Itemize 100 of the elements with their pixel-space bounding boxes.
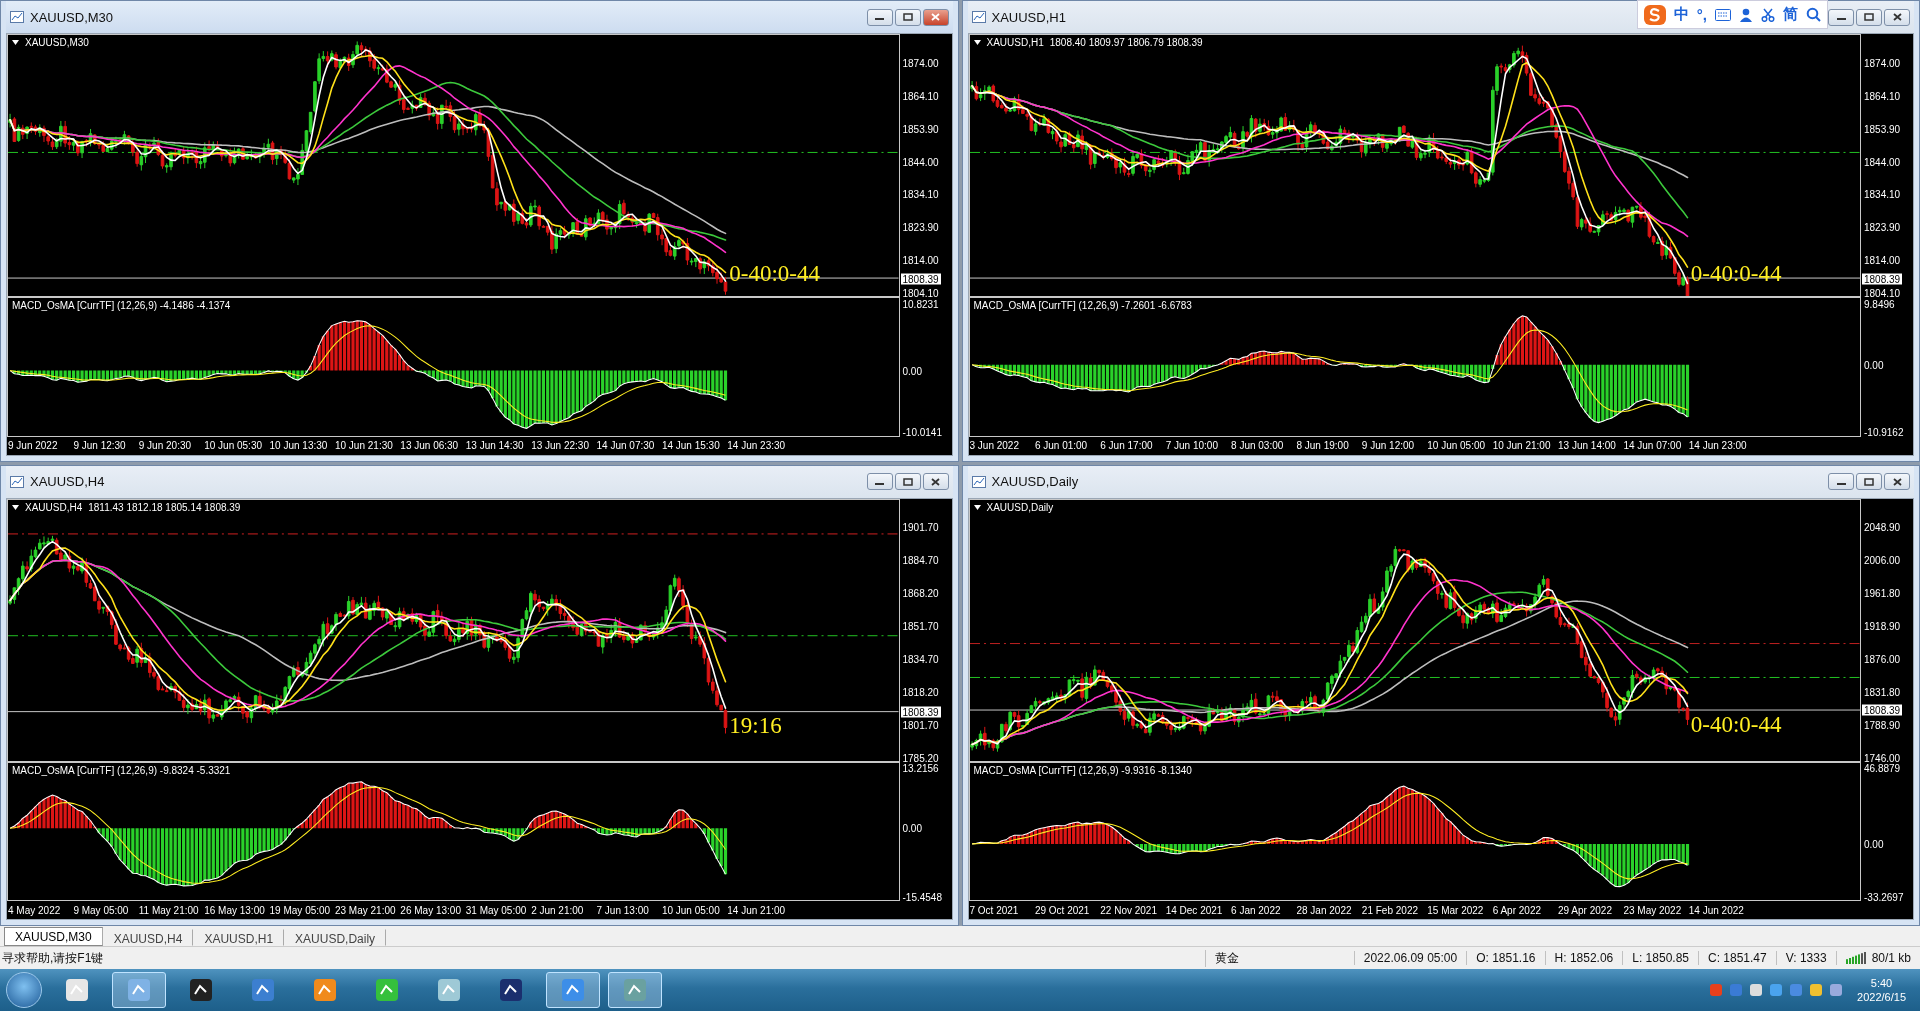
dropdown-triangle-icon[interactable]	[12, 504, 19, 510]
time-label: 14 Jun 2022	[1687, 904, 1745, 916]
time-label: 14 Jun 15:30	[660, 440, 721, 451]
price-tick: 1874.00	[1864, 57, 1901, 69]
indicator-tick: -15.4548	[902, 891, 942, 903]
price-tick: 1864.10	[902, 90, 939, 102]
maximize-button[interactable]	[1856, 473, 1882, 490]
price-tick: 1851.70	[902, 620, 939, 632]
chart-window-icon	[971, 10, 986, 24]
current-price-tag: 1808.39	[1862, 704, 1903, 716]
close-button[interactable]	[1884, 473, 1910, 490]
time-label: 19 May 05:00	[268, 904, 332, 916]
price-tick: 1801.70	[902, 719, 939, 731]
price-tick: 1804.10	[902, 287, 939, 299]
price-tick: 1785.20	[902, 752, 939, 764]
keyboard-icon[interactable]	[1715, 8, 1731, 21]
minimize-button[interactable]	[1828, 473, 1854, 490]
time-label: 14 Jun 23:30	[726, 440, 787, 451]
time-label: 7 Jun 13:00	[595, 904, 650, 916]
time-label: 10 Jun 05:00	[660, 904, 721, 916]
scissors-icon[interactable]	[1761, 7, 1775, 22]
maximize-button[interactable]	[894, 473, 921, 490]
time-label: 22 Nov 2021	[1099, 904, 1158, 916]
status-field: 2022.06.09 05:00	[1353, 951, 1467, 965]
chart-tab[interactable]: XAUUSD,H1	[193, 929, 285, 946]
indicator-tick: -33.2697	[1864, 891, 1904, 903]
tray-icon[interactable]	[1829, 983, 1844, 997]
maximize-icon	[1864, 13, 1874, 21]
close-button[interactable]	[1884, 8, 1910, 26]
chart-tab[interactable]: XAUUSD,M30	[4, 927, 103, 946]
minimize-button[interactable]	[1828, 8, 1854, 26]
time-label: 6 Jan 2022	[1230, 904, 1282, 916]
time-label: 6 Apr 2022	[1491, 904, 1542, 916]
price-tick: 1831.80	[1864, 686, 1901, 698]
time-label: 9 Jun 20:30	[137, 440, 193, 451]
maximize-button[interactable]	[1856, 8, 1882, 26]
indicator-tick: 9.8496	[1864, 298, 1895, 310]
time-label: 2 Jun 21:00	[530, 904, 585, 916]
time-label: 10 Jun 05:00	[1426, 440, 1487, 451]
dropdown-triangle-icon[interactable]	[12, 40, 19, 45]
minimize-button[interactable]	[866, 473, 893, 490]
chart-tab[interactable]: XAUUSD,H4	[102, 929, 194, 946]
app-icon	[497, 976, 525, 1004]
time-label: 26 May 13:00	[399, 904, 462, 916]
time-label: 16 May 13:00	[203, 904, 266, 916]
app-icon	[249, 976, 277, 1004]
status-field: V: 1333	[1775, 951, 1836, 965]
user-icon[interactable]	[1739, 7, 1753, 22]
price-tick: 1876.00	[1864, 653, 1901, 665]
ime-logo-icon[interactable]	[1643, 4, 1666, 25]
search-icon[interactable]	[1806, 7, 1821, 22]
maximize-icon	[902, 13, 913, 21]
tray-icon[interactable]	[1809, 983, 1824, 997]
time-label: 9 Jun 12:30	[72, 440, 127, 451]
ime-mode[interactable]: 中	[1673, 5, 1689, 24]
chart-tab[interactable]: XAUUSD,Daily	[284, 929, 387, 946]
maximize-button[interactable]	[894, 8, 921, 26]
status-field: H: 1852.06	[1544, 951, 1623, 965]
time-label: 6 Jun 17:00	[1099, 440, 1154, 451]
status-field: C: 1851.47	[1698, 951, 1776, 965]
indicator-tick: -10.0141	[902, 426, 942, 438]
price-tick: 1961.80	[1864, 587, 1901, 599]
price-tick: 1853.90	[902, 123, 939, 135]
app-icon	[311, 976, 339, 1004]
ime-charset[interactable]: 简	[1783, 5, 1798, 24]
price-tick: 1868.20	[902, 587, 939, 599]
dropdown-triangle-icon[interactable]	[973, 504, 981, 510]
time-label: 9 May 05:00	[72, 904, 130, 916]
price-tick: 1853.90	[1864, 123, 1901, 135]
time-label: 7 Jun 10:00	[1164, 440, 1219, 451]
time-label: 13 Jun 06:30	[399, 440, 460, 451]
tray-icon[interactable]	[1749, 983, 1764, 997]
indicator-tick: 0.00	[902, 822, 922, 834]
window-title: XAUUSD,Daily	[991, 474, 1079, 489]
close-icon	[1892, 477, 1902, 486]
countdown-timer: 19:16	[729, 713, 782, 740]
status-field: O: 1851.16	[1466, 951, 1545, 965]
chart-window-icon	[10, 10, 24, 24]
start-button[interactable]	[6, 972, 42, 1008]
price-tick: 1918.90	[1864, 620, 1901, 632]
dropdown-triangle-icon[interactable]	[973, 40, 981, 45]
help-text: 寻求帮助,请按F1键	[1, 949, 105, 967]
price-tick: 1844.00	[902, 156, 939, 168]
price-tick: 1864.10	[1864, 90, 1901, 102]
time-label: 6 Jun 01:00	[1033, 440, 1089, 451]
maximize-icon	[1864, 477, 1874, 486]
time-label: 14 Dec 2021	[1164, 904, 1224, 916]
price-tick: 1746.00	[1864, 752, 1901, 764]
price-tick: 1823.90	[902, 221, 939, 233]
price-tick: 1818.20	[902, 686, 939, 698]
time-label: 7 Oct 2021	[968, 904, 1020, 916]
ime-punctuation[interactable]: °,	[1696, 6, 1707, 23]
app-icon	[187, 976, 215, 1004]
time-label: 29 Apr 2022	[1557, 904, 1613, 916]
price-tick: 2006.00	[1864, 554, 1901, 566]
time-label: 14 Jun 23:00	[1687, 440, 1748, 451]
clock-time: 5:40	[1870, 977, 1893, 989]
close-button[interactable]	[922, 473, 949, 490]
maximize-icon	[902, 477, 913, 486]
minimize-button[interactable]	[866, 8, 893, 26]
